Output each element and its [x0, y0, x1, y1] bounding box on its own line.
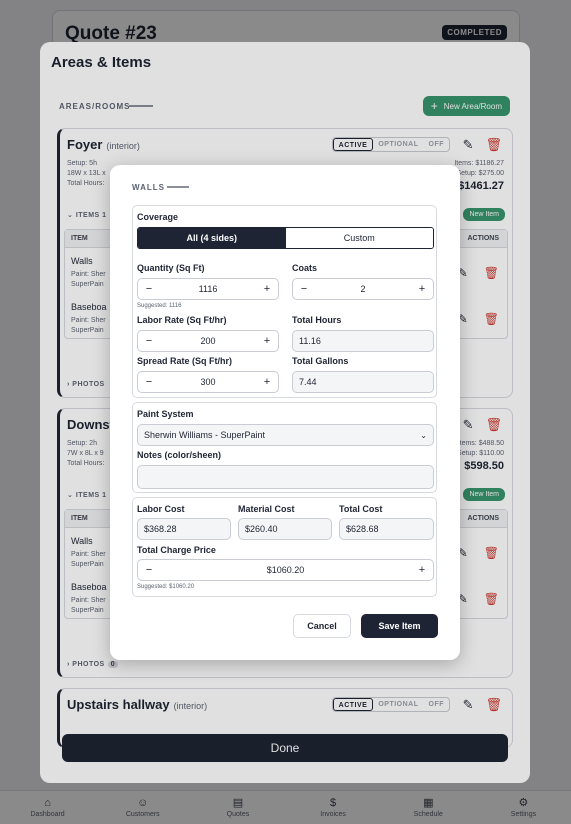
quantity-stepper[interactable]: − 1116 +	[137, 278, 279, 300]
plus-icon[interactable]: +	[262, 376, 272, 388]
minus-icon[interactable]: −	[144, 564, 154, 576]
paint-system-select[interactable]: Sherwin Williams - SuperPaint ⌄	[137, 424, 434, 446]
save-item-button[interactable]: Save Item	[361, 614, 438, 638]
notes-label: Notes (color/sheen)	[137, 450, 222, 460]
coats-value[interactable]: 2	[360, 284, 365, 294]
coats-label: Coats	[292, 263, 318, 273]
modal-divider	[167, 186, 189, 188]
minus-icon[interactable]: −	[144, 283, 154, 295]
minus-icon[interactable]: −	[144, 376, 154, 388]
total-hours-label: Total Hours	[292, 315, 342, 325]
charge-label: Total Charge Price	[137, 545, 216, 555]
labor-rate-value[interactable]: 200	[200, 336, 215, 346]
total-cost-label: Total Cost	[339, 504, 383, 514]
total-gallons-field: 7.44	[292, 371, 434, 393]
quantity-value[interactable]: 1116	[199, 284, 218, 294]
coats-stepper[interactable]: − 2 +	[292, 278, 434, 300]
modal-label: WALLS	[132, 183, 165, 192]
coverage-custom-option[interactable]: Custom	[285, 228, 433, 248]
paint-section: Paint System Sherwin Williams - SuperPai…	[132, 402, 437, 493]
coverage-toggle[interactable]: All (4 sides) Custom	[137, 227, 434, 249]
chevron-down-icon: ⌄	[420, 430, 427, 440]
charge-value[interactable]: $1060.20	[267, 565, 305, 575]
cost-section: Labor Cost $368.28 Material Cost $260.40…	[132, 497, 437, 597]
plus-icon[interactable]: +	[262, 283, 272, 295]
quantity-section: Coverage All (4 sides) Custom Quantity (…	[132, 205, 437, 398]
edit-item-modal: WALLS Coverage All (4 sides) Custom Quan…	[110, 165, 460, 660]
notes-input[interactable]	[137, 465, 434, 489]
charge-stepper[interactable]: − $1060.20 +	[137, 559, 434, 581]
coverage-all-option[interactable]: All (4 sides)	[138, 228, 286, 248]
labor-rate-label: Labor Rate (Sq Ft/hr)	[137, 315, 227, 325]
paint-system-label: Paint System	[137, 409, 194, 419]
labor-cost-label: Labor Cost	[137, 504, 185, 514]
plus-icon[interactable]: +	[262, 335, 272, 347]
spread-rate-label: Spread Rate (Sq Ft/hr)	[137, 356, 233, 366]
plus-icon[interactable]: +	[417, 564, 427, 576]
paint-system-value: Sherwin Williams - SuperPaint	[144, 430, 266, 440]
plus-icon[interactable]: +	[417, 283, 427, 295]
coverage-label: Coverage	[137, 212, 179, 222]
total-gallons-label: Total Gallons	[292, 356, 349, 366]
material-cost-label: Material Cost	[238, 504, 295, 514]
material-cost-field: $260.40	[238, 518, 332, 540]
cancel-button[interactable]: Cancel	[293, 614, 351, 638]
labor-cost-field: $368.28	[137, 518, 231, 540]
total-cost-field: $628.68	[339, 518, 434, 540]
quantity-hint: Suggested: 1116	[137, 303, 182, 309]
quantity-label: Quantity (Sq Ft)	[137, 263, 205, 273]
charge-hint: Suggested: $1060.20	[137, 584, 195, 590]
spread-rate-value[interactable]: 300	[200, 377, 215, 387]
labor-rate-stepper[interactable]: − 200 +	[137, 330, 279, 352]
minus-icon[interactable]: −	[144, 335, 154, 347]
spread-rate-stepper[interactable]: − 300 +	[137, 371, 279, 393]
minus-icon[interactable]: −	[299, 283, 309, 295]
total-hours-field: 11.16	[292, 330, 434, 352]
